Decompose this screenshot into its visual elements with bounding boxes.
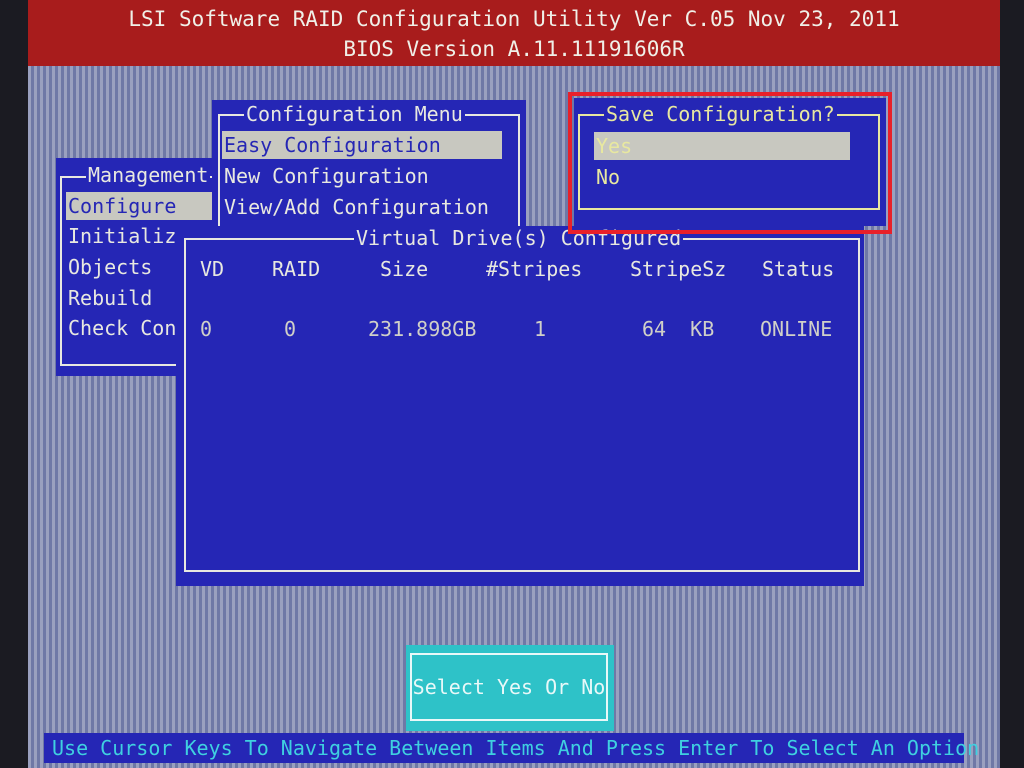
column-header-raid: RAID — [272, 257, 321, 281]
utility-title: LSI Software RAID Configuration Utility … — [128, 7, 900, 31]
column-header-stripes: #Stripes — [486, 257, 583, 281]
column-header-size: Size — [380, 257, 429, 281]
virtual-drives-panel: Virtual Drive(s) Configured VD RAID Size… — [176, 226, 864, 586]
cell-stripes: 1 — [534, 317, 547, 341]
cell-stripe-size: 64 KB — [642, 317, 715, 341]
management-title: Management — [86, 163, 211, 187]
status-bar: Use Cursor Keys To Navigate Between Item… — [44, 733, 979, 763]
column-header-vd: VD — [200, 257, 225, 281]
virtual-drives-frame — [184, 238, 860, 572]
cell-vd: 0 — [200, 317, 213, 341]
bios-version: BIOS Version A.11.11191606R — [343, 37, 685, 61]
menu-item-configure[interactable]: Configure — [66, 192, 214, 220]
column-header-stripe-size: StripeSz — [630, 257, 727, 281]
menu-item-objects[interactable]: Objects — [68, 253, 152, 281]
menu-item-check-consistency[interactable]: Check Con — [68, 314, 176, 342]
menu-item-initialize[interactable]: Initializ — [68, 222, 176, 250]
hint-box: Select Yes Or No — [406, 645, 614, 731]
configuration-menu-title: Configuration Menu — [244, 102, 465, 126]
cell-status: ONLINE — [760, 317, 833, 341]
menu-item-new-configuration[interactable]: New Configuration — [224, 162, 429, 190]
menu-item-rebuild[interactable]: Rebuild — [68, 284, 152, 312]
hint-text: Select Yes Or No — [410, 653, 608, 721]
column-header-status: Status — [762, 257, 835, 281]
configuration-menu: Configuration Menu Easy Configuration Ne… — [212, 100, 526, 230]
menu-item-easy-configuration[interactable]: Easy Configuration — [222, 131, 502, 159]
title-bar: LSI Software RAID Configuration Utility … — [28, 0, 1000, 66]
cell-raid: 0 — [284, 317, 297, 341]
cell-size: 231.898GB — [368, 317, 477, 341]
menu-item-view-add-configuration[interactable]: View/Add Configuration — [224, 193, 489, 221]
annotation-highlight — [568, 92, 892, 234]
